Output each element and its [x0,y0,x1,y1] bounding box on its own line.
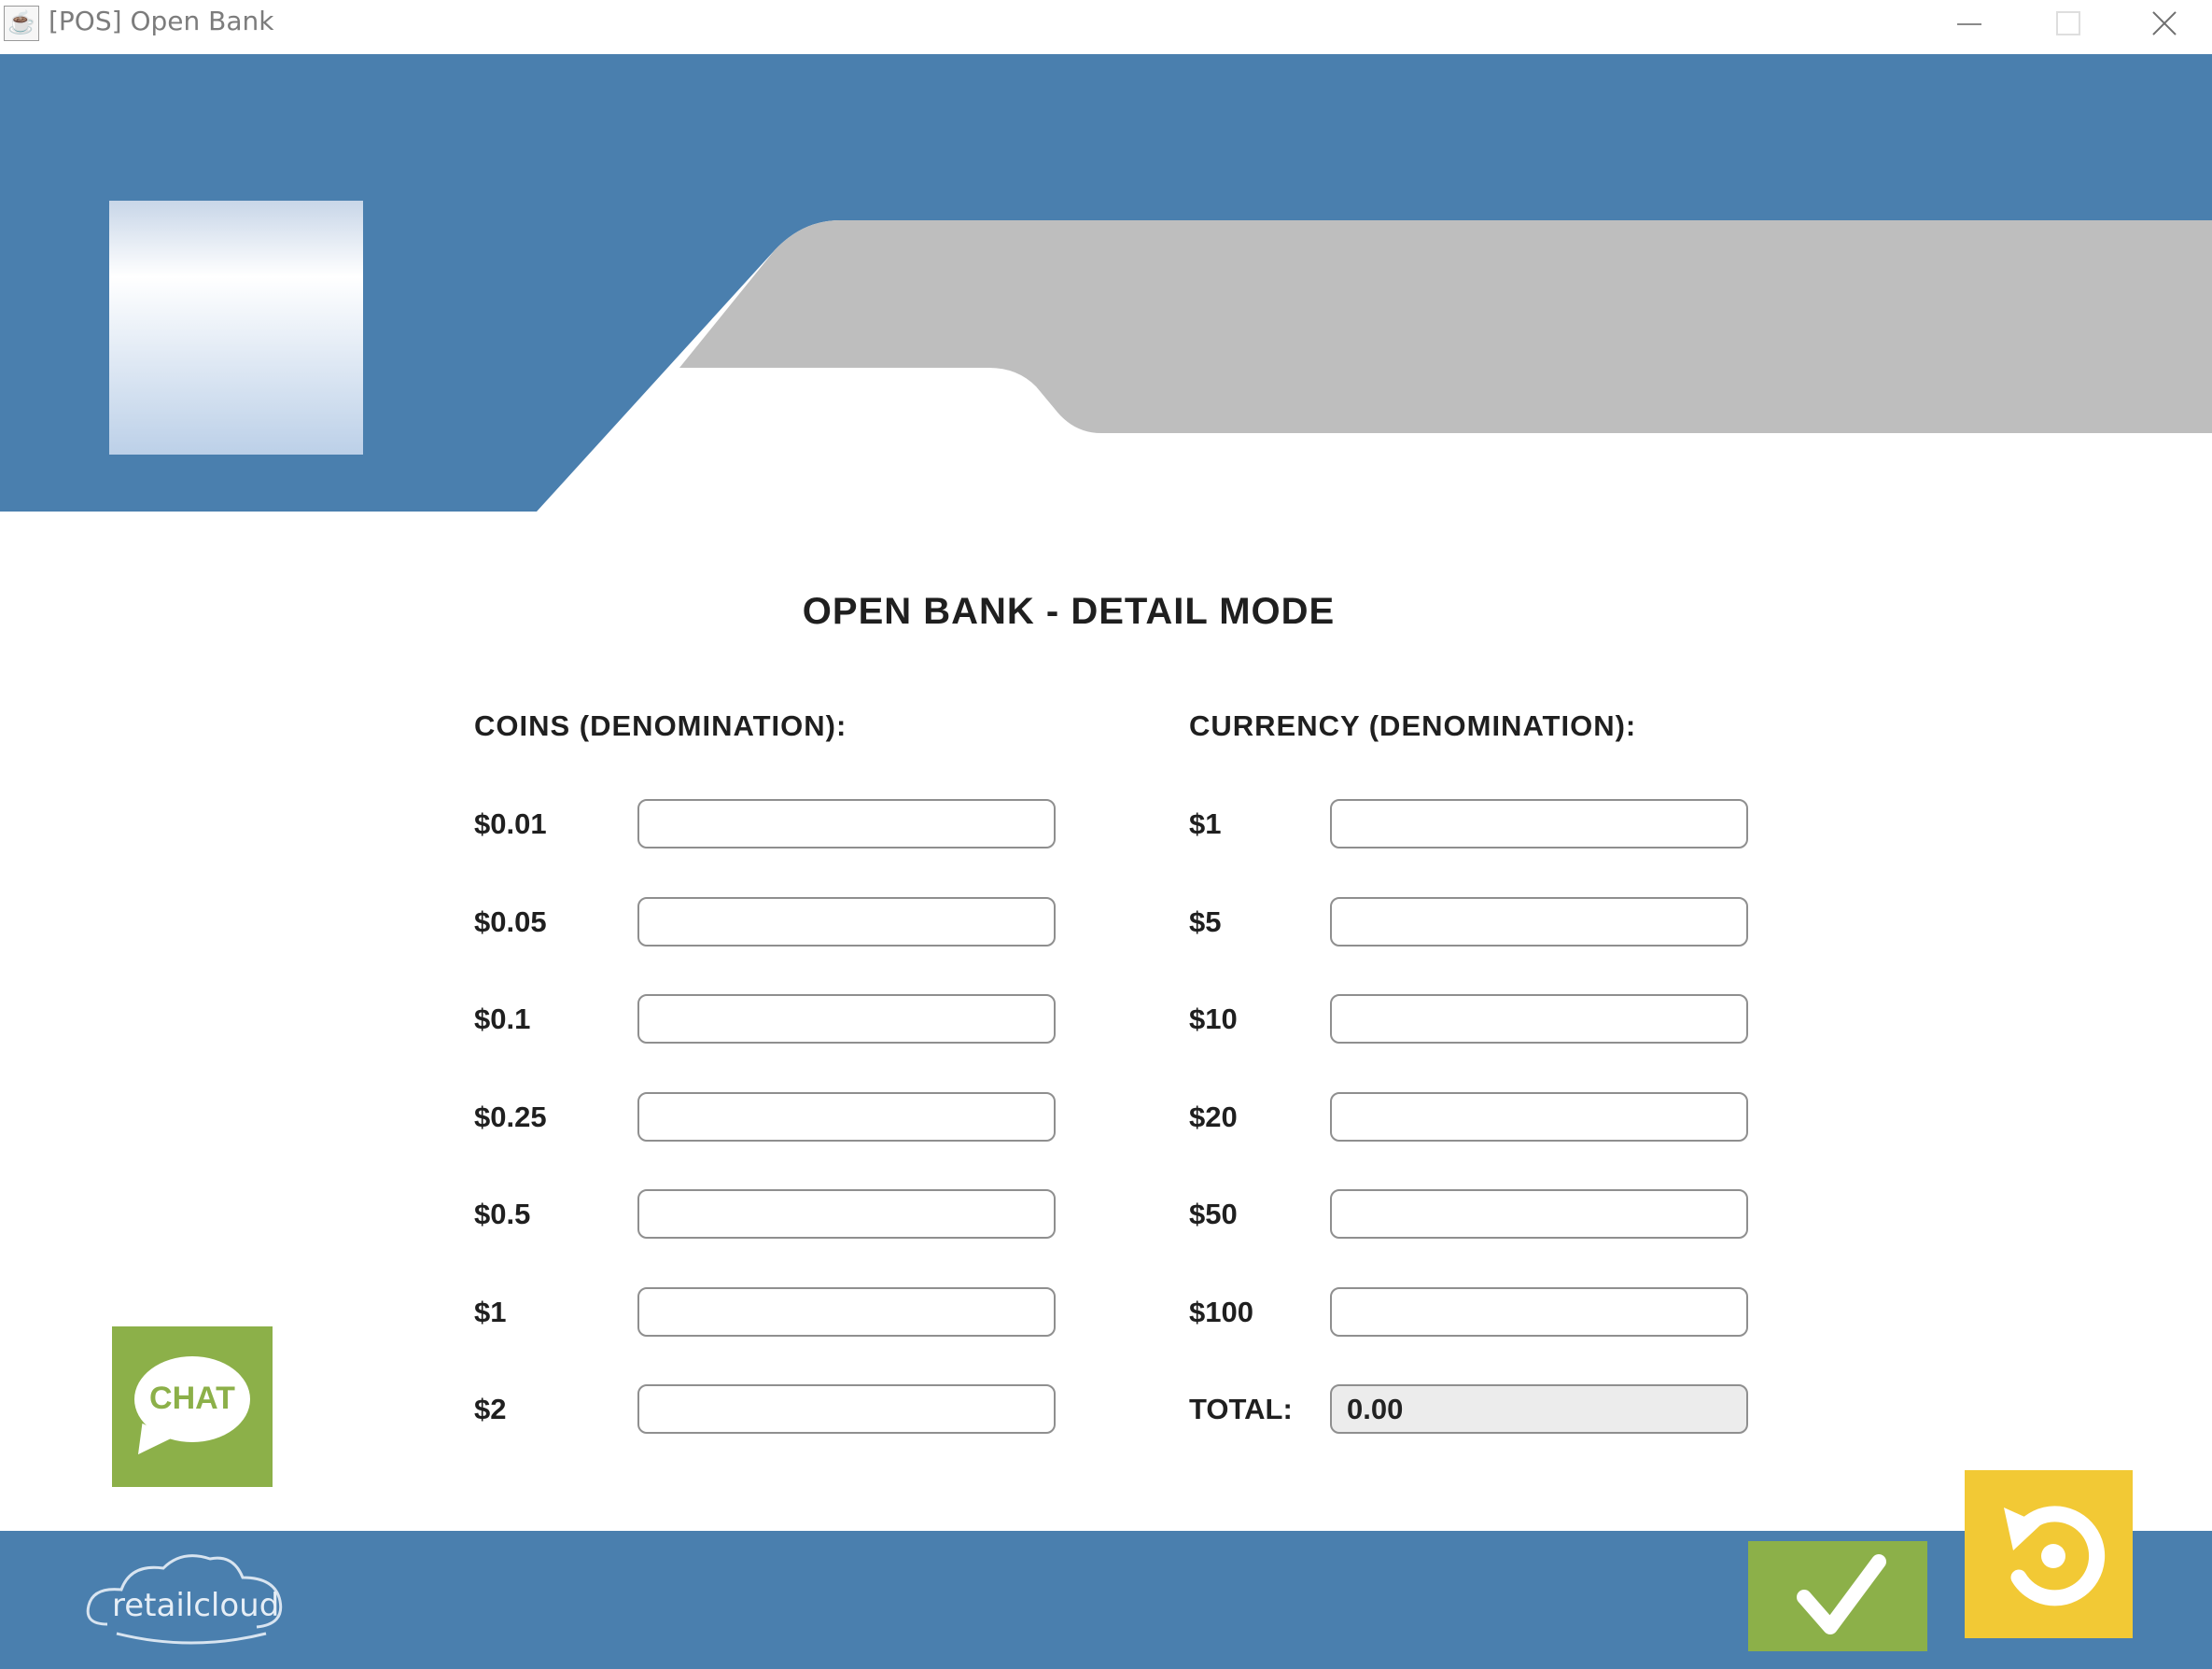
coin-input-0.1[interactable] [637,994,1056,1044]
page-title: OPEN BANK - DETAIL MODE [802,591,1336,632]
maximize-button[interactable] [2022,0,2115,47]
chat-label: CHAT [149,1381,235,1416]
currency-input-100[interactable] [1330,1287,1748,1337]
window-title-bar: ☕ [POS] Open Bank [0,0,2212,55]
currency-label-100: $100 [1189,1296,1253,1328]
chat-button[interactable]: CHAT [112,1326,273,1487]
close-button[interactable] [2119,0,2212,47]
coin-input-0.05[interactable] [637,897,1056,947]
currency-input-5[interactable] [1330,897,1748,947]
coin-label-0.01: $0.01 [474,807,547,840]
total-label: TOTAL: [1189,1393,1293,1425]
currency-input-10[interactable] [1330,994,1748,1044]
coin-input-0.5[interactable] [637,1189,1056,1239]
coin-label-2: $2 [474,1393,507,1425]
currency-input-1[interactable] [1330,799,1748,849]
coin-label-0.05: $0.05 [474,905,547,938]
currency-label-20: $20 [1189,1101,1238,1133]
header-gray-band [679,220,2212,433]
coin-input-1[interactable] [637,1287,1056,1337]
coin-label-0.25: $0.25 [474,1101,547,1133]
window-title: [POS] Open Bank [49,6,274,36]
total-field [1330,1384,1748,1434]
store-logo-placeholder [109,201,363,455]
java-icon: ☕ [4,6,39,41]
coin-input-0.01[interactable] [637,799,1056,849]
coin-label-1: $1 [474,1296,507,1328]
checkmark-icon [1797,1554,1886,1634]
currency-label-10: $10 [1189,1003,1238,1035]
undo-icon [2004,1506,2106,1606]
minimize-button[interactable] [1925,0,2018,47]
currency-label-50: $50 [1189,1198,1238,1230]
currency-input-50[interactable] [1330,1189,1748,1239]
coin-label-0.1: $0.1 [474,1003,531,1035]
coins-heading: COINS (DENOMINATION): [474,709,847,742]
confirm-button[interactable] [1748,1541,1927,1651]
currency-label-1: $1 [1189,807,1222,840]
currency-label-5: $5 [1189,905,1222,938]
coin-input-2[interactable] [637,1384,1056,1434]
undo-button[interactable] [1965,1470,2133,1638]
currency-input-20[interactable] [1330,1092,1748,1142]
currency-heading: CURRENCY (DENOMINATION): [1189,709,1637,742]
coin-label-0.5: $0.5 [474,1198,531,1230]
coin-input-0.25[interactable] [637,1092,1056,1142]
brand-name: retailcloud [112,1587,280,1624]
